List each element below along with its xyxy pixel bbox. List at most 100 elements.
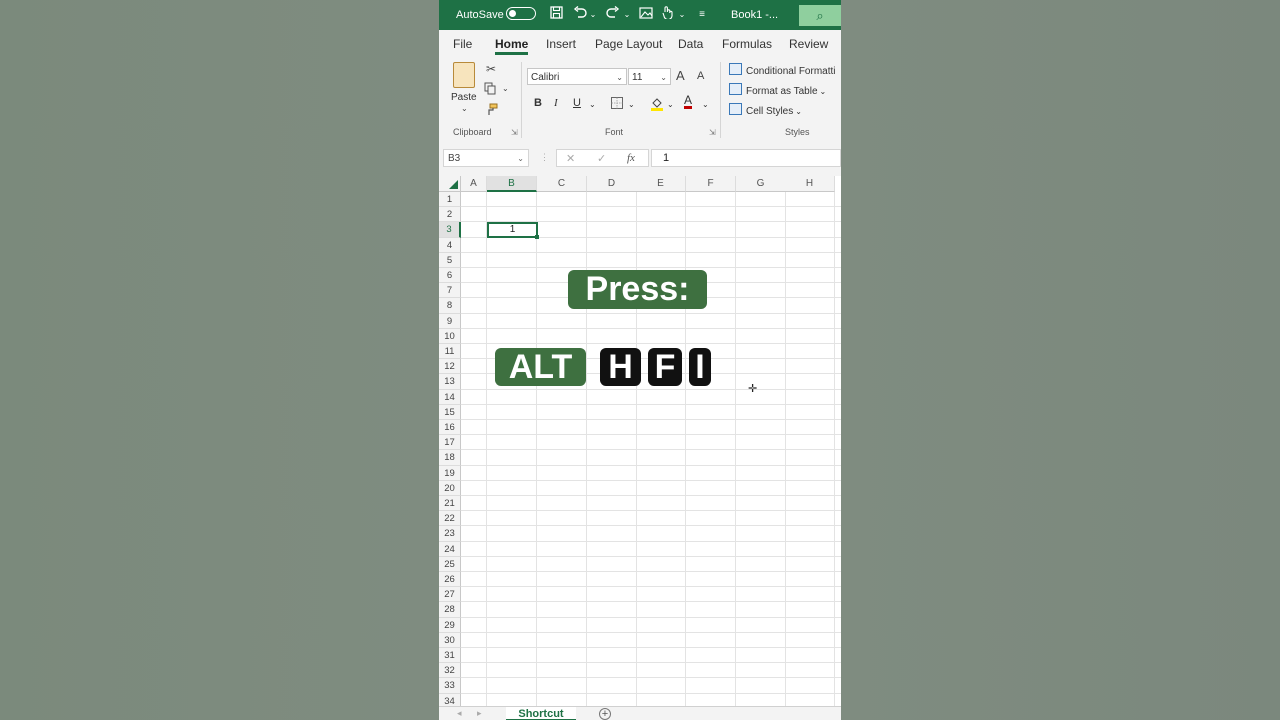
- row-header[interactable]: 3: [439, 222, 461, 238]
- increase-font-size-icon[interactable]: A: [676, 68, 685, 83]
- spreadsheet-grid[interactable]: A B C D E F G H 1 2 3 4 5 6 7 8 9 10 11 12 13 14 15 16 17 18 19 20 2…: [439, 176, 841, 708]
- row-header[interactable]: 29: [439, 617, 461, 633]
- font-color-dropdown-icon[interactable]: ⌄: [702, 100, 709, 109]
- row-header[interactable]: 26: [439, 572, 461, 588]
- row-header[interactable]: 15: [439, 404, 461, 420]
- row-header[interactable]: 24: [439, 541, 461, 557]
- redo-icon[interactable]: [605, 5, 621, 24]
- row-header[interactable]: 25: [439, 556, 461, 572]
- tab-page-layout[interactable]: Page Layout: [595, 37, 662, 51]
- row-header[interactable]: 28: [439, 602, 461, 618]
- row-header[interactable]: 33: [439, 678, 461, 694]
- fill-color-dropdown-icon[interactable]: ⌄: [667, 100, 674, 109]
- tab-data[interactable]: Data: [678, 37, 703, 51]
- row-header[interactable]: 7: [439, 283, 461, 299]
- insert-function-icon[interactable]: fx: [627, 152, 635, 164]
- row-header[interactable]: 18: [439, 450, 461, 466]
- format-painter-icon[interactable]: [485, 103, 498, 119]
- paste-button[interactable]: Paste: [451, 92, 477, 103]
- font-launcher-icon[interactable]: ⇲: [709, 128, 716, 137]
- underline-dropdown-icon[interactable]: ⌄: [589, 100, 596, 109]
- row-header[interactable]: 1: [439, 192, 461, 208]
- row-header[interactable]: 9: [439, 313, 461, 329]
- sheet-tab-shortcut[interactable]: Shortcut: [506, 707, 576, 720]
- row-header[interactable]: 17: [439, 435, 461, 451]
- save-icon[interactable]: [548, 6, 564, 24]
- row-header[interactable]: 22: [439, 511, 461, 527]
- sheet-nav-left-icon[interactable]: ◂: [457, 708, 462, 719]
- font-color-icon[interactable]: A: [684, 94, 693, 109]
- row-header[interactable]: 13: [439, 374, 461, 390]
- row-header[interactable]: 16: [439, 420, 461, 436]
- active-cell-b3[interactable]: 1: [487, 222, 538, 238]
- row-header[interactable]: 19: [439, 465, 461, 481]
- sheet-nav-right-icon[interactable]: ▸: [477, 708, 482, 719]
- row-header[interactable]: 21: [439, 496, 461, 512]
- font-name-combo[interactable]: Calibri ⌄: [527, 68, 627, 85]
- font-size-combo[interactable]: 11 ⌄: [628, 68, 671, 85]
- enter-icon[interactable]: ✓: [597, 152, 606, 165]
- row-header[interactable]: 31: [439, 648, 461, 664]
- borders-dropdown-icon[interactable]: ⌄: [628, 100, 635, 109]
- row-header[interactable]: 30: [439, 632, 461, 648]
- autosave-toggle[interactable]: [506, 7, 536, 20]
- conditional-formatting-button[interactable]: Conditional Formatti: [729, 63, 835, 77]
- select-all-button[interactable]: [439, 176, 461, 192]
- column-header[interactable]: F: [686, 176, 736, 192]
- italic-button[interactable]: I: [554, 97, 558, 109]
- column-header[interactable]: G: [736, 176, 786, 192]
- tab-file[interactable]: File: [453, 37, 472, 51]
- row-header[interactable]: 8: [439, 298, 461, 314]
- copy-dropdown-icon[interactable]: ⌄: [502, 84, 509, 93]
- row-header[interactable]: 11: [439, 344, 461, 360]
- row-header[interactable]: 4: [439, 237, 461, 253]
- row-header[interactable]: 12: [439, 359, 461, 375]
- copy-icon[interactable]: [484, 82, 497, 98]
- decrease-font-size-icon[interactable]: A: [697, 70, 704, 82]
- paste-dropdown-icon[interactable]: ⌄: [461, 104, 468, 113]
- cancel-icon[interactable]: ✕: [566, 152, 575, 165]
- row-header[interactable]: 32: [439, 663, 461, 679]
- row-header[interactable]: 10: [439, 328, 461, 344]
- paste-icon[interactable]: [453, 62, 475, 88]
- column-header[interactable]: E: [636, 176, 686, 192]
- format-as-table-button[interactable]: Format as Table ⌄: [729, 83, 826, 97]
- row-header[interactable]: 23: [439, 526, 461, 542]
- fill-color-icon[interactable]: [650, 97, 664, 114]
- row-header[interactable]: 2: [439, 207, 461, 223]
- row-header[interactable]: 27: [439, 587, 461, 603]
- column-header[interactable]: H: [785, 176, 835, 192]
- fill-handle[interactable]: [535, 235, 539, 239]
- picture-icon[interactable]: [638, 6, 654, 24]
- clipboard-launcher-icon[interactable]: ⇲: [511, 128, 518, 137]
- redo-dropdown-icon[interactable]: ⌄: [623, 6, 631, 24]
- formula-input[interactable]: 1: [651, 149, 841, 167]
- column-header[interactable]: D: [587, 176, 637, 192]
- column-header[interactable]: A: [461, 176, 487, 192]
- touch-dropdown-icon[interactable]: ⌄: [678, 6, 686, 24]
- tab-insert[interactable]: Insert: [546, 37, 576, 51]
- add-sheet-icon[interactable]: +: [599, 708, 611, 720]
- touch-mode-icon[interactable]: [660, 6, 674, 24]
- tab-formulas[interactable]: Formulas: [722, 37, 772, 51]
- bold-button[interactable]: B: [534, 97, 542, 109]
- underline-button[interactable]: U: [573, 97, 581, 109]
- resize-handle-icon[interactable]: ⋮: [540, 152, 549, 163]
- tab-home[interactable]: Home: [495, 37, 528, 51]
- row-header[interactable]: 5: [439, 252, 461, 268]
- column-header[interactable]: C: [537, 176, 587, 192]
- row-header[interactable]: 14: [439, 389, 461, 405]
- search-icon[interactable]: ⌕: [799, 5, 841, 26]
- tab-review[interactable]: Review: [789, 37, 828, 51]
- chevron-down-icon: ⌄: [616, 73, 623, 82]
- cut-icon[interactable]: ✂: [486, 62, 496, 76]
- column-header[interactable]: B: [487, 176, 537, 192]
- row-header[interactable]: 20: [439, 480, 461, 496]
- borders-icon[interactable]: [611, 97, 623, 112]
- undo-icon[interactable]: [572, 5, 588, 24]
- cell-styles-button[interactable]: Cell Styles ⌄: [729, 103, 802, 117]
- row-header[interactable]: 6: [439, 268, 461, 284]
- undo-dropdown-icon[interactable]: ⌄: [589, 6, 597, 24]
- name-box[interactable]: B3 ⌄: [443, 149, 529, 167]
- customize-toolbar-icon[interactable]: ≡: [696, 6, 708, 24]
